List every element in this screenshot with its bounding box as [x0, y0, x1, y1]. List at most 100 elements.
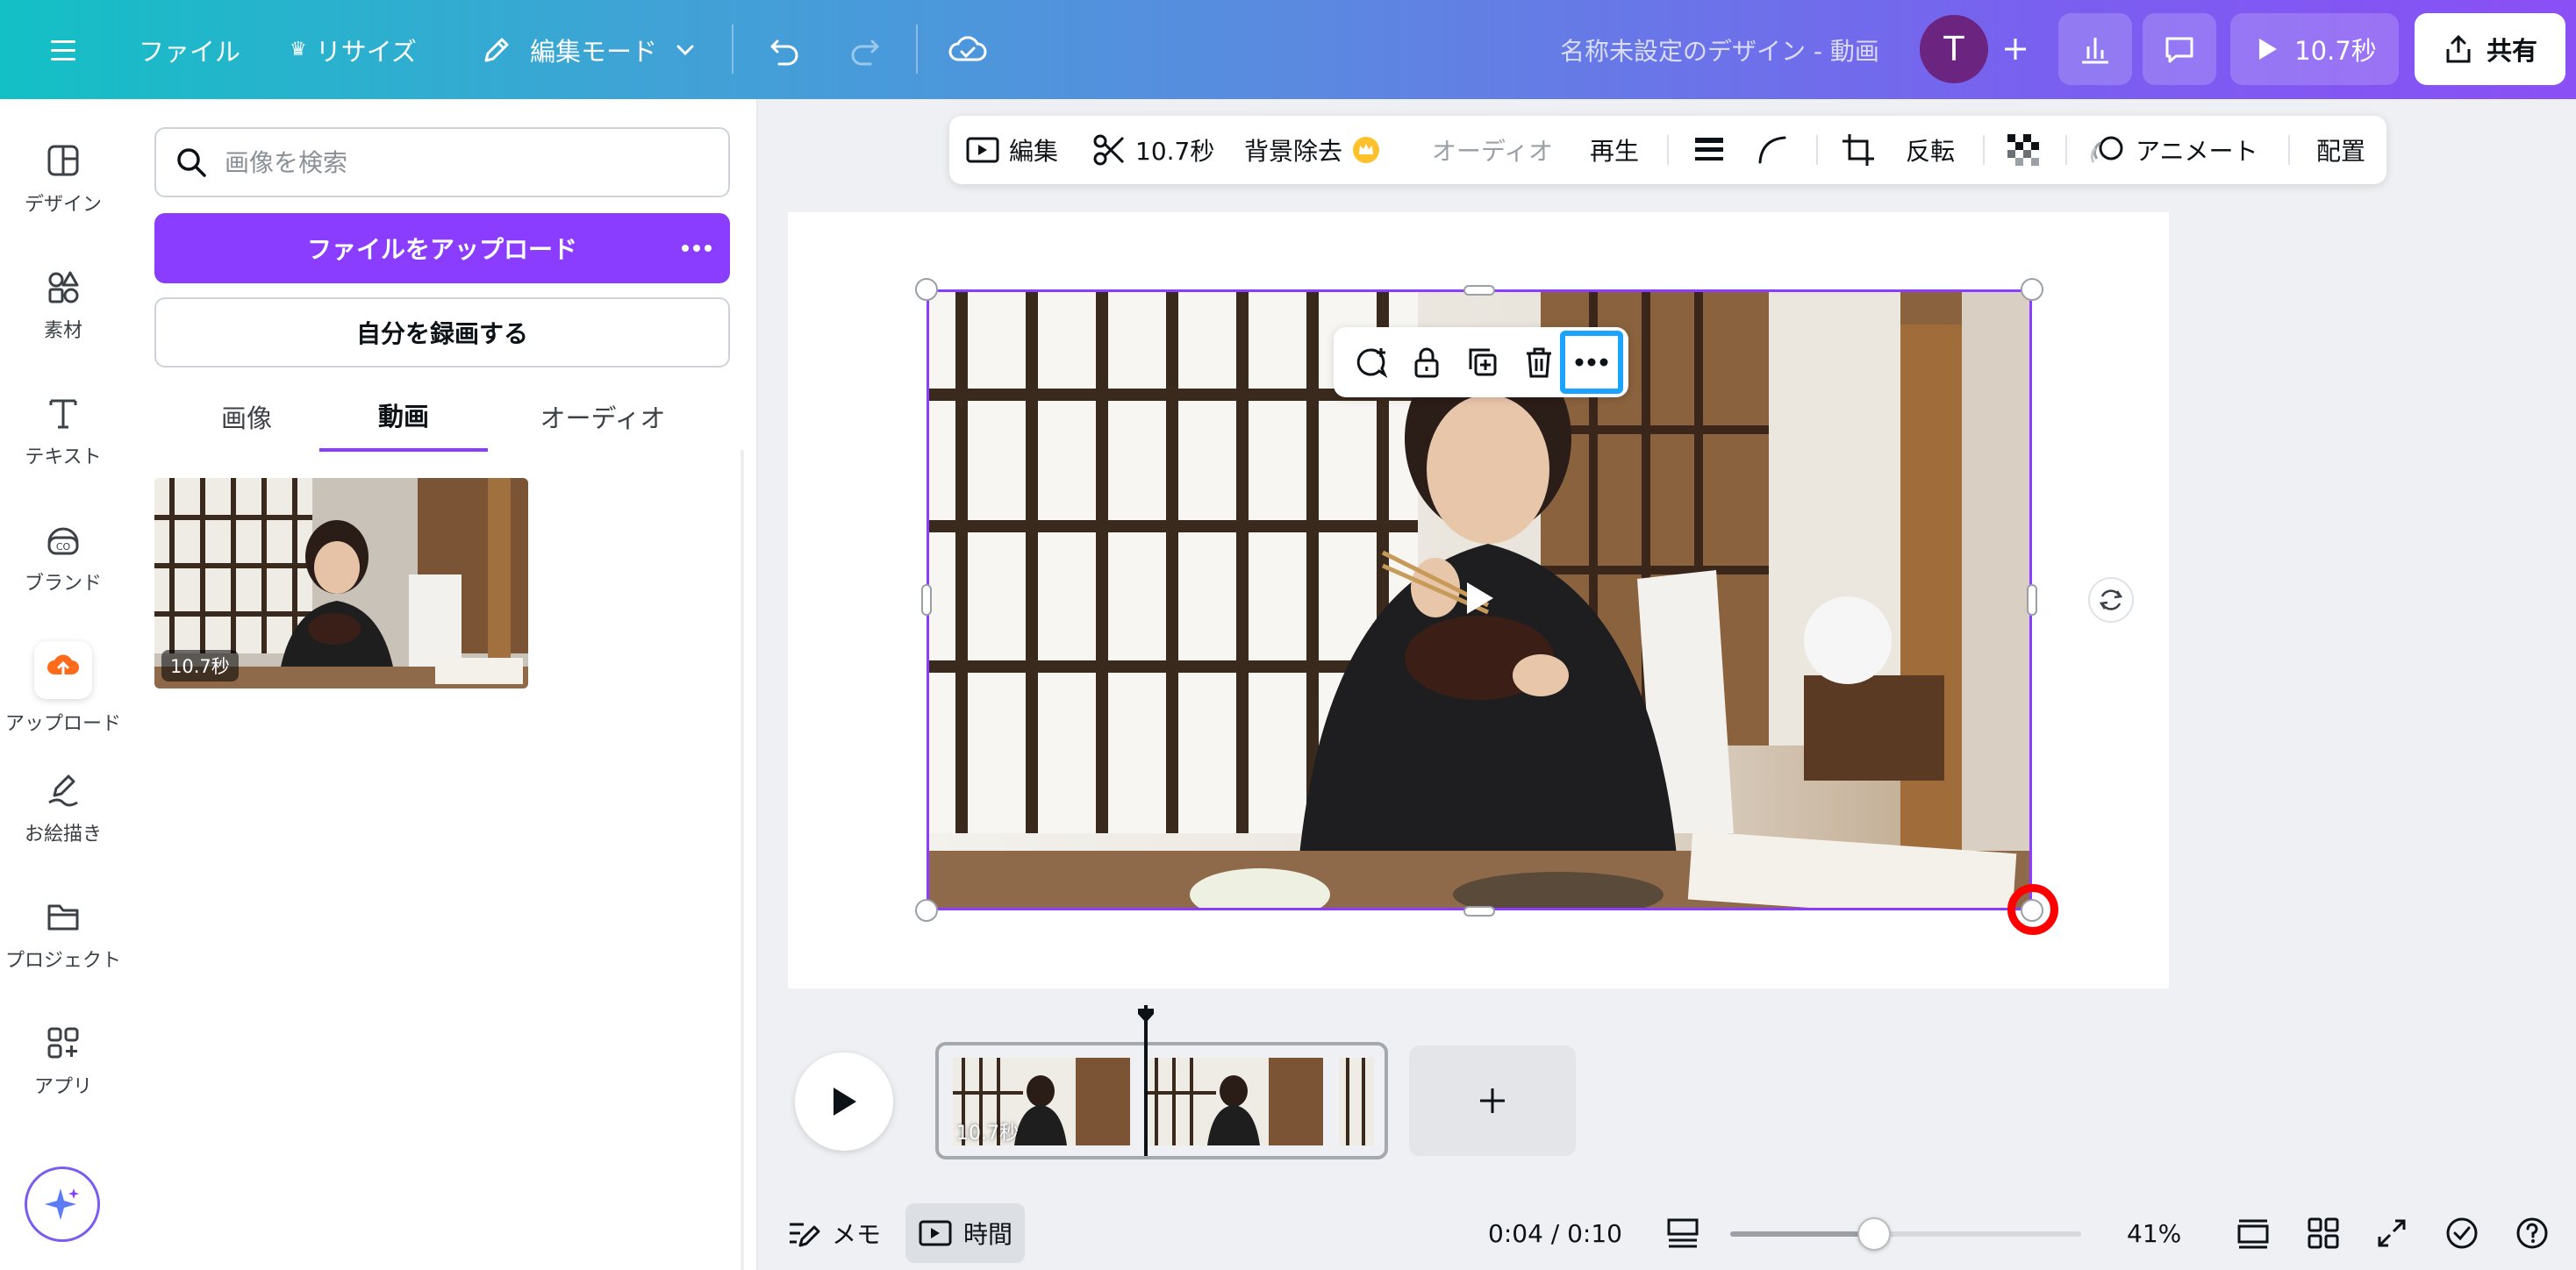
divider: [1816, 135, 1818, 165]
upload-files-label: ファイルをアップロード: [306, 235, 577, 264]
timeline-play-button[interactable]: [795, 1052, 893, 1151]
video-thumbnail[interactable]: 10.7秒: [154, 478, 528, 689]
svg-text:CO: CO: [56, 541, 71, 553]
undo-icon[interactable]: [765, 0, 804, 99]
flip-button[interactable]: 反転: [1906, 116, 1955, 184]
resize-handle-left[interactable]: [921, 584, 932, 616]
document-title[interactable]: 名称未設定のデザイン - 動画: [1560, 0, 1879, 99]
video-play-icon[interactable]: [1455, 574, 1504, 623]
rail-item-projects[interactable]: プロジェクト: [0, 897, 126, 973]
present-button[interactable]: 10.7秒: [2230, 13, 2399, 85]
rail-item-draw[interactable]: お絵描き: [0, 771, 126, 846]
video-duration-badge: 10.7秒: [161, 650, 239, 681]
fullscreen-icon[interactable]: [2374, 1203, 2409, 1263]
rail-label: デザイン: [24, 194, 102, 216]
menu-icon[interactable]: [46, 0, 81, 99]
present-duration: 10.7秒: [2294, 36, 2377, 66]
design-icon: [47, 145, 79, 176]
resize-button[interactable]: ♛ リサイズ: [290, 0, 417, 99]
upload-files-button[interactable]: ファイルをアップロード: [154, 213, 730, 283]
resize-handle-top[interactable]: [1463, 285, 1495, 296]
rail-item-upload[interactable]: アップロード: [0, 641, 126, 736]
rail-item-elements[interactable]: 素材: [0, 268, 126, 343]
corner-rounding-icon: [1758, 136, 1786, 164]
animate-button[interactable]: アニメート: [2088, 116, 2258, 184]
playback-button[interactable]: 再生: [1590, 116, 1639, 184]
audio-button[interactable]: オーディオ: [1432, 116, 1553, 184]
share-upload-icon: [2446, 34, 2471, 63]
border-style-button[interactable]: [1692, 116, 1727, 184]
tab-images[interactable]: 画像: [190, 382, 304, 452]
crop-icon: [1843, 134, 1874, 166]
zoom-level[interactable]: 41%: [2127, 1203, 2181, 1263]
tab-audio[interactable]: オーディオ: [511, 382, 695, 452]
edit-video-button[interactable]: 編集: [965, 116, 1058, 184]
element-floating-toolbar: [1334, 327, 1628, 397]
check-icon[interactable]: [2444, 1203, 2479, 1263]
add-comment-icon[interactable]: [1344, 336, 1397, 389]
cloud-saved-icon[interactable]: [948, 0, 988, 99]
zoom-slider-knob[interactable]: [1857, 1217, 1891, 1251]
background-remover-button[interactable]: 背景除去: [1244, 116, 1381, 184]
sparkle-icon: [45, 1188, 79, 1220]
video-timing-icon: [919, 1220, 952, 1246]
position-button[interactable]: 配置: [2316, 116, 2365, 184]
avatar[interactable]: T: [1920, 15, 1988, 83]
apps-icon: [47, 1027, 79, 1059]
insights-button[interactable]: [2058, 13, 2132, 85]
resize-handle-bottom[interactable]: [1463, 906, 1495, 917]
zoom-slider[interactable]: [1730, 1217, 2081, 1251]
help-icon[interactable]: [2515, 1203, 2550, 1263]
timeline-playhead[interactable]: [1144, 1005, 1148, 1156]
rotate-icon[interactable]: [2088, 577, 2134, 623]
pages-icon[interactable]: [2236, 1203, 2271, 1263]
rail-item-brand[interactable]: CO ブランド: [0, 520, 126, 596]
rail-label: テキスト: [25, 446, 102, 468]
divider: [732, 25, 733, 74]
add-collaborator-button[interactable]: [1992, 13, 2039, 85]
trim-button[interactable]: 10.7秒: [1091, 116, 1214, 184]
add-clip-button[interactable]: [1409, 1045, 1576, 1156]
rail-label: プロジェクト: [4, 950, 121, 972]
rail-item-apps[interactable]: アプリ: [0, 1024, 126, 1099]
resize-label: リサイズ: [315, 36, 417, 67]
resize-handle-top-right[interactable]: [2021, 278, 2043, 301]
share-button[interactable]: 共有: [2415, 13, 2565, 85]
lock-icon[interactable]: [1400, 336, 1453, 389]
edit-mode-dropdown[interactable]: 編集モード: [479, 0, 698, 99]
corner-rounding-button[interactable]: [1755, 116, 1790, 184]
grid-view-icon[interactable]: [2306, 1203, 2341, 1263]
file-menu[interactable]: ファイル: [139, 0, 240, 99]
resize-handle-top-left[interactable]: [915, 278, 938, 301]
playhead-marker-icon[interactable]: [1136, 1007, 1156, 1024]
crop-button[interactable]: [1839, 116, 1878, 184]
search-box[interactable]: [154, 127, 730, 197]
panel-scrollbar[interactable]: [741, 450, 744, 1270]
resize-handle-right[interactable]: [2027, 584, 2037, 616]
trash-icon[interactable]: [1513, 336, 1565, 389]
resize-handle-bottom-left[interactable]: [915, 899, 938, 922]
search-input[interactable]: [225, 147, 698, 177]
record-yourself-button[interactable]: 自分を録画する: [154, 297, 730, 367]
timing-button[interactable]: 時間: [905, 1203, 1026, 1263]
divider: [1667, 135, 1669, 165]
transparency-button[interactable]: [2006, 116, 2041, 184]
rail-item-design[interactable]: デザイン: [0, 141, 126, 217]
video-edit-icon: [966, 137, 999, 163]
bg-remove-label: 背景除去: [1244, 137, 1343, 166]
clip-frame: [1146, 1058, 1323, 1145]
magic-assistant-button[interactable]: [25, 1167, 100, 1242]
rail-item-text[interactable]: テキスト: [0, 394, 126, 469]
scissors-icon: [1093, 134, 1125, 166]
tab-videos[interactable]: 動画: [319, 382, 488, 452]
more-options-icon[interactable]: [1560, 331, 1623, 394]
notes-button[interactable]: メモ: [786, 1203, 881, 1263]
comment-button[interactable]: [2143, 13, 2216, 85]
duplicate-icon[interactable]: [1456, 336, 1509, 389]
divider: [2288, 135, 2290, 165]
more-options-icon[interactable]: [679, 231, 714, 266]
timeline-clip[interactable]: 10.7秒: [935, 1042, 1388, 1159]
redo-icon[interactable]: [846, 0, 884, 99]
page-view-icon[interactable]: [1665, 1203, 1700, 1263]
divider: [1983, 135, 1985, 165]
